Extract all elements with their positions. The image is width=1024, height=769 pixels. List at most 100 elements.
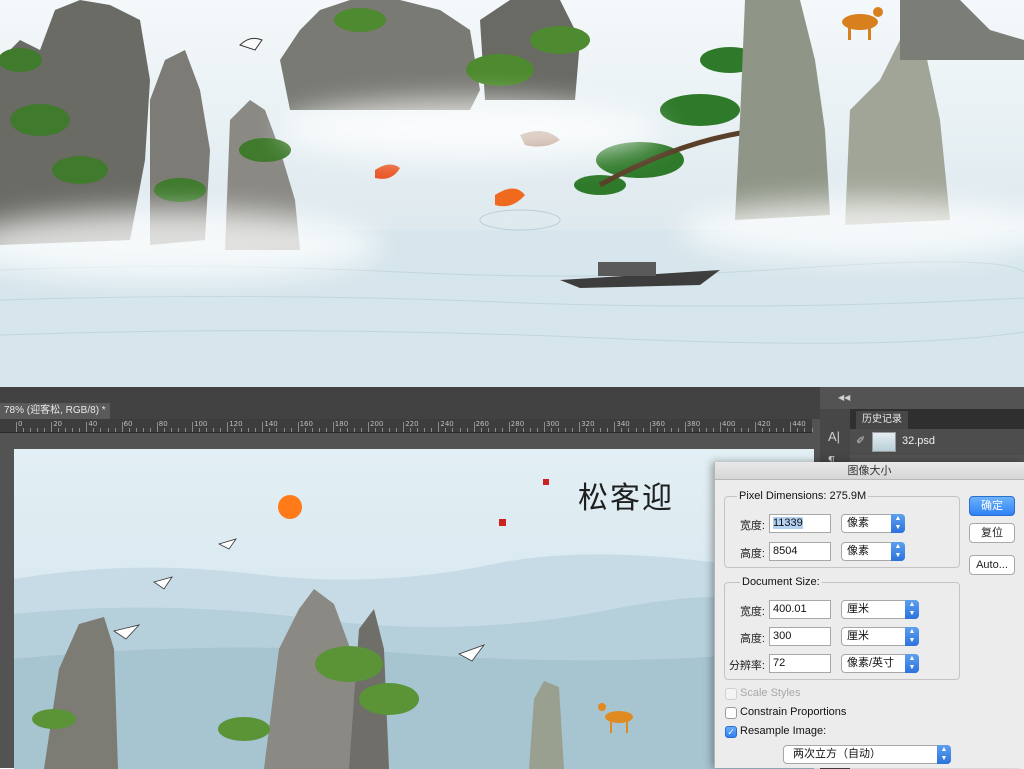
ruler-minor-tick xyxy=(65,428,67,432)
ruler-minor-tick xyxy=(656,428,658,432)
doc-width-field[interactable]: 400.01 xyxy=(769,600,831,619)
ruler-minor-tick xyxy=(318,428,320,432)
resample-method-select[interactable]: 两次立方（自动） ▲ ▼ xyxy=(783,745,951,764)
chevron-updown-icon: ▲ ▼ xyxy=(937,745,951,764)
ruler-tick-label: 40 xyxy=(88,420,98,428)
doc-height-unit-select[interactable]: 厘米 ▲ ▼ xyxy=(841,627,919,646)
pixel-width-label: 宽度: xyxy=(739,520,765,532)
pixel-width-value: 11339 xyxy=(773,517,803,529)
history-brush-icon[interactable]: ✐ xyxy=(856,434,865,447)
ruler-minor-tick xyxy=(276,428,278,432)
ruler-tick xyxy=(649,422,651,432)
constrain-proportions-label: Constrain Proportions xyxy=(740,706,847,718)
ruler-minor-tick xyxy=(170,428,172,432)
ruler-minor-tick xyxy=(459,428,461,432)
reset-button[interactable]: 复位 xyxy=(969,523,1015,543)
pixel-height-unit-select[interactable]: 像素 ▲ ▼ xyxy=(841,542,905,561)
document-tab[interactable]: 78% (迎客松, RGB/8) * xyxy=(0,403,110,419)
ruler-minor-tick xyxy=(600,428,602,432)
ruler-minor-tick xyxy=(797,428,799,432)
ruler-minor-tick xyxy=(452,428,454,432)
ruler-minor-tick xyxy=(424,428,426,432)
doc-width-unit-select[interactable]: 厘米 ▲ ▼ xyxy=(841,600,919,619)
ruler-tick xyxy=(438,422,440,432)
ruler-minor-tick xyxy=(220,428,222,432)
pixel-dimensions-label: Pixel Dimensions: xyxy=(739,490,827,502)
ruler-minor-tick xyxy=(311,428,313,432)
ruler-minor-tick xyxy=(783,428,785,432)
ruler-minor-tick xyxy=(558,428,560,432)
resample-image-checkbox[interactable]: ✓ xyxy=(725,726,737,738)
ruler-minor-tick xyxy=(234,428,236,432)
auto-button[interactable]: Auto... xyxy=(969,555,1015,575)
ruler-minor-tick xyxy=(705,428,707,432)
ruler-minor-tick xyxy=(255,428,257,432)
ok-button[interactable]: 确定 xyxy=(969,496,1015,516)
document-tab-title: 78% (迎客松, RGB/8) * xyxy=(4,405,106,416)
ruler-minor-tick xyxy=(811,428,813,432)
ruler-tick-label: 60 xyxy=(123,420,133,428)
ruler-minor-tick xyxy=(135,428,137,432)
tab-history[interactable]: 历史记录 xyxy=(856,411,908,429)
ruler-minor-tick xyxy=(58,428,60,432)
ruler-tick-label: 320 xyxy=(581,420,595,428)
pixel-dimensions-heading: Pixel Dimensions: 275.9M xyxy=(737,490,869,502)
ruler-minor-tick xyxy=(346,428,348,432)
document-tab-bar: 78% (迎客松, RGB/8) * xyxy=(0,387,820,419)
doc-height-field[interactable]: 300 xyxy=(769,627,831,646)
pixel-width-unit-select[interactable]: 像素 ▲ ▼ xyxy=(841,514,905,533)
ruler-minor-tick xyxy=(529,428,531,432)
image-size-dialog: 图像大小 Pixel Dimensions: 275.9M 宽度: 11339 … xyxy=(714,462,1024,768)
ruler-tick-label: 20 xyxy=(53,420,63,428)
panel-collapse-arrows[interactable]: ◀◀ xyxy=(838,393,850,402)
ruler-tick-label: 360 xyxy=(651,420,665,428)
chevron-updown-icon: ▲ ▼ xyxy=(891,542,905,561)
resolution-field[interactable]: 72 xyxy=(769,654,831,673)
pixel-height-field[interactable]: 8504 xyxy=(769,542,831,561)
history-snapshot-row[interactable]: ✐ 32.psd xyxy=(850,429,1024,455)
ruler-minor-tick xyxy=(213,428,215,432)
chevron-updown-icon: ▲ ▼ xyxy=(891,514,905,533)
ruler-minor-tick xyxy=(269,428,271,432)
ruler-minor-tick xyxy=(628,428,630,432)
ruler-minor-tick xyxy=(177,428,179,432)
ruler-tick-label: 160 xyxy=(299,420,313,428)
ruler-tick xyxy=(227,422,229,432)
constrain-proportions-checkbox[interactable] xyxy=(725,707,737,719)
history-state-label: 32.psd xyxy=(902,435,936,447)
ruler-minor-tick xyxy=(551,428,553,432)
ruler-minor-tick xyxy=(37,428,39,432)
ruler-minor-tick xyxy=(466,428,468,432)
resolution-unit-select[interactable]: 像素/英寸 ▲ ▼ xyxy=(841,654,919,673)
ruler-minor-tick xyxy=(23,428,25,432)
ruler-minor-tick xyxy=(607,428,609,432)
ruler-minor-tick xyxy=(79,428,81,432)
document-canvas[interactable]: 迎客松 xyxy=(14,449,814,769)
ruler-minor-tick xyxy=(642,428,644,432)
ruler-minor-tick xyxy=(431,428,433,432)
ruler-minor-tick xyxy=(501,428,503,432)
ruler-tick-label: 400 xyxy=(722,420,736,428)
ruler-tick xyxy=(790,422,792,432)
pixel-width-field[interactable]: 11339 xyxy=(769,514,831,533)
ruler-tick xyxy=(473,422,475,432)
ruler-minor-tick xyxy=(593,428,595,432)
ruler-minor-tick xyxy=(206,428,208,432)
ruler-minor-tick xyxy=(142,428,144,432)
history-panel-header: 历史记录 xyxy=(850,409,1024,429)
ruler-tick xyxy=(684,422,686,432)
ruler-minor-tick xyxy=(199,428,201,432)
ruler-tick-label: 180 xyxy=(334,420,349,428)
doc-height-label: 高度: xyxy=(739,633,765,645)
ruler-minor-tick xyxy=(417,428,419,432)
scale-styles-checkbox[interactable] xyxy=(725,688,737,700)
ruler-tick-label: 220 xyxy=(405,420,419,428)
horizontal-ruler[interactable]: 0 20 40 60 80 100 120 140 160 180 200 220 240 260 280 3… xyxy=(0,419,813,433)
character-panel-icon[interactable]: A| xyxy=(828,429,840,444)
ruler-minor-tick xyxy=(283,428,285,432)
ruler-minor-tick xyxy=(741,428,743,432)
ruler-minor-tick xyxy=(635,428,637,432)
ruler-tick-label: 420 xyxy=(757,420,771,428)
ruler-tick xyxy=(121,422,123,432)
ruler-minor-tick xyxy=(572,428,574,432)
